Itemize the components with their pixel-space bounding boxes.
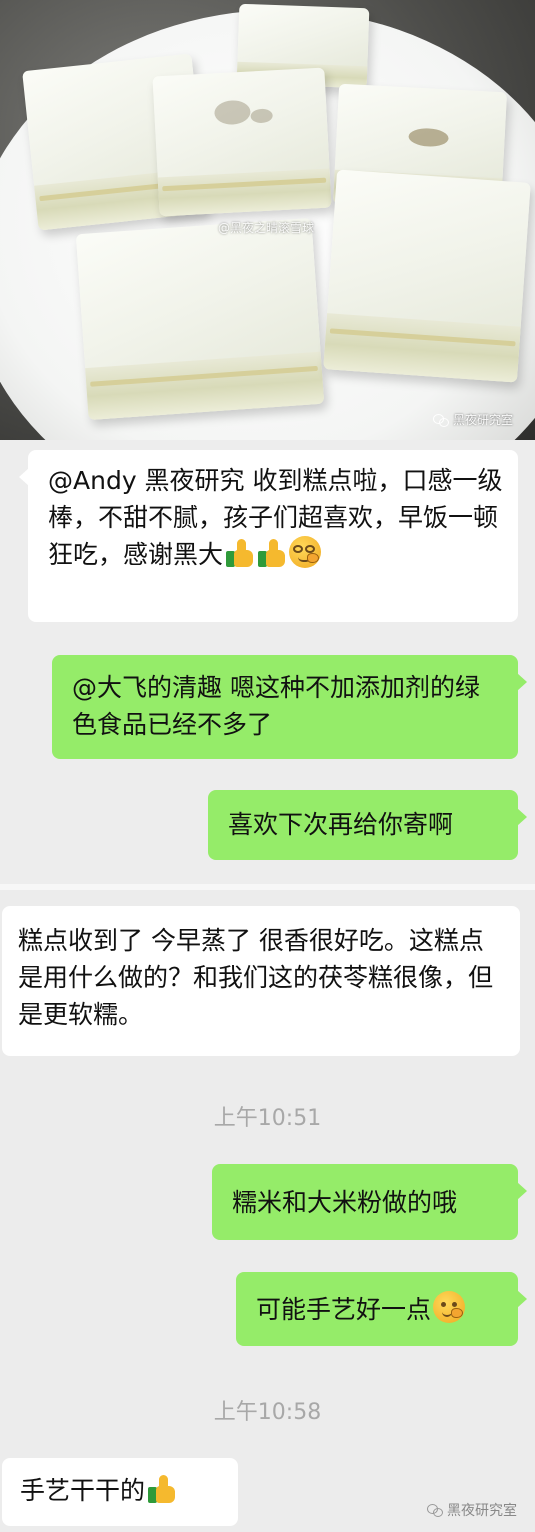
footer-watermark: 黑夜研究室 <box>427 1500 517 1520</box>
cake-piece <box>152 67 332 217</box>
chat-panel-2: 糕点收到了 今早蒸了 很香很好吃。这糕点是用什么做的？和我们这的茯苓糕很像，但是… <box>0 890 535 1532</box>
message-text: 糕点收到了 今早蒸了 很香很好吃。这糕点是用什么做的？和我们这的茯苓糕很像，但是… <box>18 926 494 1029</box>
message-text: 手艺干干的 <box>20 1476 146 1505</box>
message-bubble-left[interactable]: 糕点收到了 今早蒸了 很香很好吃。这糕点是用什么做的？和我们这的茯苓糕很像，但是… <box>2 906 520 1056</box>
message-text: 糯米和大米粉做的哦 <box>232 1188 458 1217</box>
smirk-face-emoji <box>289 536 322 568</box>
chat-panel-1: @Andy 黑夜研究 收到糕点啦，口感一级棒，不甜不腻，孩子们超喜欢，早饭一顿狂… <box>0 440 535 884</box>
thumbs-up-emoji <box>257 538 287 568</box>
wechat-logo-icon <box>427 1504 443 1517</box>
message-text: @大飞的清趣 嗯这种不加添加剂的绿色食品已经不多了 <box>72 673 480 739</box>
thumbs-up-emoji <box>225 538 255 568</box>
thumbs-up-emoji <box>147 1474 177 1504</box>
message-bubble-left[interactable]: 手艺干干的 <box>2 1458 238 1526</box>
message-bubble-right[interactable]: 可能手艺好一点 <box>236 1272 527 1346</box>
timestamp: 上午10:51 <box>213 1106 322 1131</box>
thinking-face-emoji <box>433 1291 466 1323</box>
weibo-watermark: @黑夜之晴滚雪球 <box>218 221 315 235</box>
footer-watermark-text: 黑夜研究室 <box>447 1503 517 1519</box>
account-watermark-text: 黑夜研究室 <box>452 413 513 427</box>
message-bubble-right[interactable]: @大飞的清趣 嗯这种不加添加剂的绿色食品已经不多了 <box>52 655 527 759</box>
message-bubble-right[interactable]: 喜欢下次再给你寄啊 <box>208 790 527 860</box>
message-text: 喜欢下次再给你寄啊 <box>228 810 454 839</box>
account-watermark: 黑夜研究室 <box>432 411 513 428</box>
message-bubble-right[interactable]: 糯米和大米粉做的哦 <box>212 1164 527 1240</box>
timestamp: 上午10:58 <box>213 1400 322 1425</box>
cake-photo: @黑夜之晴滚雪球 黑夜研究室 <box>0 0 535 440</box>
message-text: 可能手艺好一点 <box>256 1295 432 1324</box>
wechat-logo-icon <box>432 413 449 427</box>
cake-piece <box>75 217 325 421</box>
message-bubble-left[interactable]: @Andy 黑夜研究 收到糕点啦，口感一级棒，不甜不腻，孩子们超喜欢，早饭一顿狂… <box>19 450 518 622</box>
cake-piece <box>323 169 531 383</box>
